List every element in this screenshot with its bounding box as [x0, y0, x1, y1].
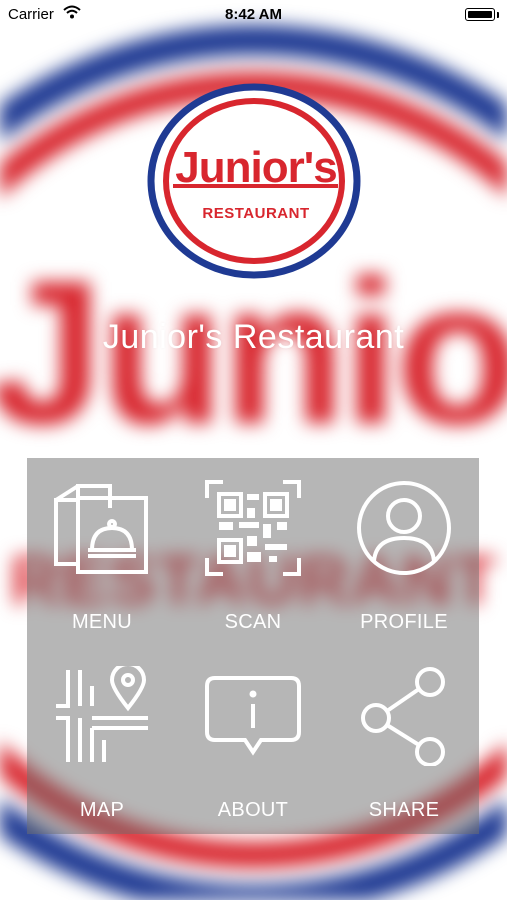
battery-icon	[465, 8, 495, 21]
share-label: SHARE	[368, 799, 440, 821]
menu-label: MENU	[71, 611, 133, 633]
profile-label: PROFILE	[360, 611, 448, 633]
about-label: ABOUT	[217, 799, 289, 821]
scan-button[interactable]: SCAN	[178, 458, 328, 646]
share-button[interactable]: SHARE	[329, 646, 479, 834]
map-button[interactable]: MAP	[27, 646, 177, 834]
profile-button[interactable]: PROFILE	[329, 458, 479, 646]
menu-cloche-icon	[27, 478, 177, 578]
profile-icon	[329, 478, 479, 578]
brand-logo: Junior's RESTAURANT	[145, 82, 363, 280]
battery-tip	[497, 12, 499, 18]
qr-code-icon	[178, 478, 328, 578]
logo-subtitle: RESTAURANT	[202, 205, 309, 222]
about-button[interactable]: ABOUT	[178, 646, 328, 834]
map-pin-icon	[27, 666, 177, 766]
share-icon	[329, 666, 479, 766]
info-bubble-icon	[178, 666, 328, 766]
menu-panel: MENU SCAN PROFILE MAP ABOUT SHARE	[27, 458, 479, 834]
app-title: Junior's Restaurant	[102, 318, 405, 356]
menu-button[interactable]: MENU	[27, 458, 177, 646]
scan-label: SCAN	[224, 611, 282, 633]
status-time: 8:42 AM	[225, 6, 282, 23]
status-bar: Carrier 8:42 AM	[0, 0, 507, 30]
map-label: MAP	[79, 799, 125, 821]
